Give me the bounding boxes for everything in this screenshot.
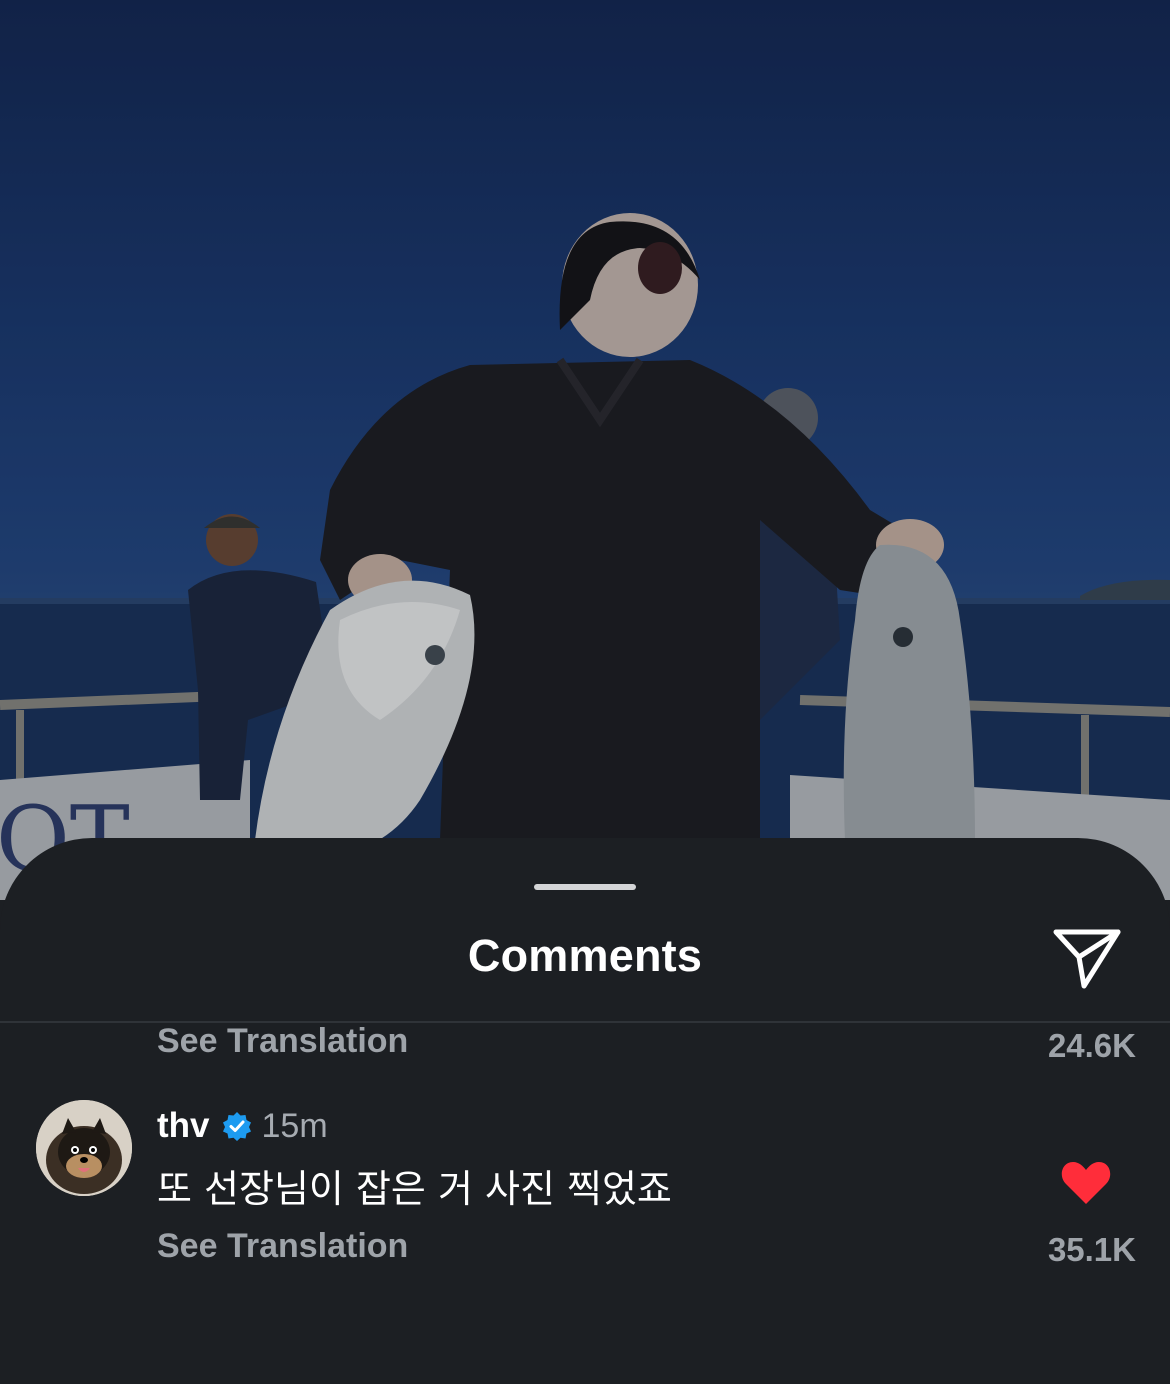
- see-translation-link-previous[interactable]: See Translation: [157, 1022, 408, 1061]
- comment-timestamp: 15m: [261, 1106, 328, 1145]
- sheet-drag-handle[interactable]: [534, 884, 636, 890]
- comment-text: 또 선장님이 잡은 거 사진 찍었죠: [157, 1167, 672, 1211]
- comment-header: thv 15m: [157, 1106, 328, 1146]
- post-photo: OT: [0, 0, 1170, 900]
- like-count: 35.1K: [1047, 1231, 1136, 1268]
- avatar[interactable]: [36, 1100, 132, 1196]
- see-translation-link[interactable]: See Translation: [157, 1227, 408, 1266]
- sheet-title: Comments: [467, 930, 703, 981]
- avatar-dog-image: [36, 1100, 132, 1196]
- paper-plane-icon: [1053, 929, 1121, 989]
- username[interactable]: thv: [157, 1106, 210, 1146]
- like-count-previous: 24.6K: [1047, 1027, 1136, 1064]
- share-button[interactable]: [1048, 920, 1124, 996]
- heart-icon[interactable]: [1060, 1160, 1112, 1206]
- verified-badge-icon: [222, 1112, 251, 1141]
- post-photo-illustration: OT: [0, 0, 1170, 900]
- comments-sheet: Comments See Translation 24.6K thv 15m 또…: [0, 838, 1170, 1384]
